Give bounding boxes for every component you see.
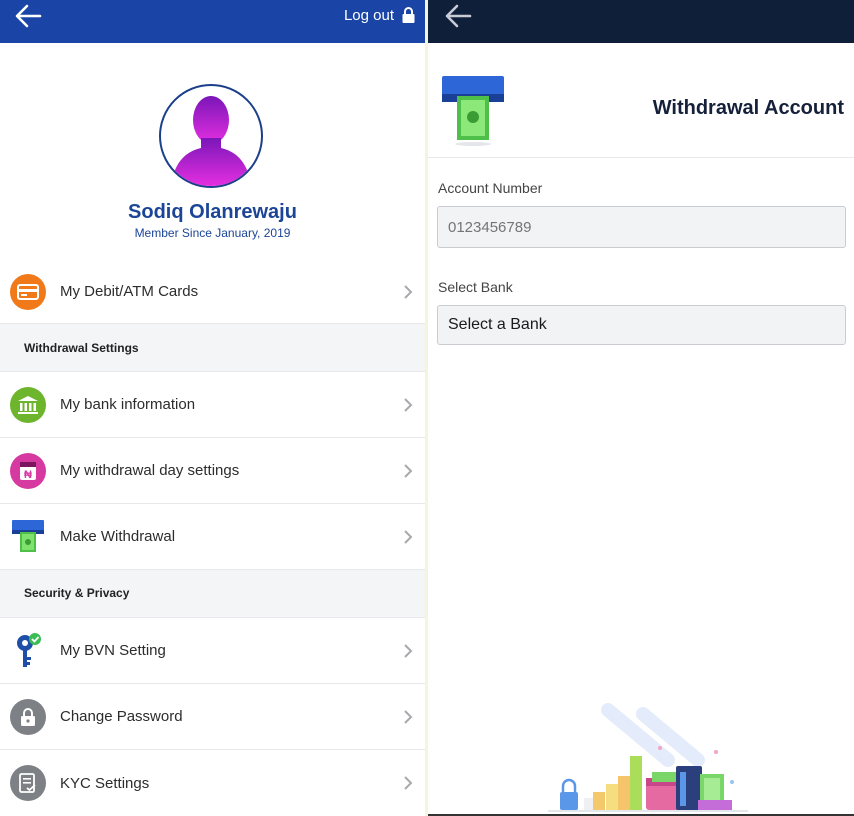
profile-header: Log out xyxy=(0,0,425,43)
calendar-money-icon: ₦ xyxy=(10,452,46,489)
account-number-input[interactable] xyxy=(437,206,846,248)
menu-item-withdrawal-day[interactable]: ₦ My withdrawal day settings xyxy=(0,438,425,504)
bank-select-value: Select a Bank xyxy=(448,316,547,333)
chevron-right-icon xyxy=(404,643,413,658)
lock-icon xyxy=(402,7,415,23)
bank-select[interactable]: Select a Bank xyxy=(437,305,846,345)
chevron-right-icon xyxy=(404,529,413,544)
back-button[interactable] xyxy=(14,3,46,29)
logout-label: Log out xyxy=(343,6,394,24)
menu-item-label: Change Password xyxy=(60,708,183,725)
arrow-left-icon xyxy=(15,4,42,28)
profile-name: Sodiq Olanrewaju xyxy=(128,201,297,223)
withdrawal-title-row: Withdrawal Account xyxy=(428,43,854,158)
menu-item-label: My Debit/ATM Cards xyxy=(60,283,199,300)
logout-button[interactable]: Log out xyxy=(344,4,415,26)
atm-cash-icon xyxy=(12,519,44,554)
section-title: Security & Privacy xyxy=(24,586,130,600)
menu-item-bvn[interactable]: My BVN Setting xyxy=(0,618,425,684)
menu-item-label: My bank information xyxy=(60,396,196,413)
menu-item-label: My BVN Setting xyxy=(60,642,166,659)
section-security-privacy: Security & Privacy xyxy=(0,570,425,618)
section-title: Withdrawal Settings xyxy=(24,341,139,355)
section-withdrawal-settings: Withdrawal Settings xyxy=(0,324,425,372)
atm-cash-icon xyxy=(442,76,506,146)
chevron-right-icon xyxy=(404,284,413,299)
menu-item-kyc[interactable]: KYC Settings xyxy=(0,750,425,816)
user-silhouette-icon xyxy=(171,96,251,186)
bank-building-icon xyxy=(10,386,46,423)
account-number-label: Account Number xyxy=(438,180,543,196)
chevron-right-icon xyxy=(404,709,413,724)
chevron-right-icon xyxy=(404,776,413,790)
avatar[interactable] xyxy=(159,84,263,188)
chevron-right-icon xyxy=(404,463,413,478)
svg-text:₦: ₦ xyxy=(24,469,32,481)
withdrawal-account-screen: Withdrawal Account Account Number Select… xyxy=(428,0,854,816)
page-title: Withdrawal Account xyxy=(652,97,844,119)
profile-screen: Log out Sodiq Olanrewaju Member Since Ja… xyxy=(0,0,425,816)
member-since: Member Since January, 2019 xyxy=(134,226,291,240)
app-root: Log out Sodiq Olanrewaju Member Since Ja… xyxy=(0,0,854,816)
menu-item-label: KYC Settings xyxy=(60,774,150,792)
menu-item-label: Make Withdrawal xyxy=(60,528,176,545)
menu-item-label: My withdrawal day settings xyxy=(60,462,240,479)
back-button[interactable] xyxy=(444,3,476,29)
select-bank-label: Select Bank xyxy=(438,279,513,295)
profile-card: Sodiq Olanrewaju Member Since January, 2… xyxy=(0,43,425,260)
menu-item-make-withdrawal[interactable]: Make Withdrawal xyxy=(0,504,425,570)
menu-item-change-password[interactable]: Change Password xyxy=(0,684,425,750)
padlock-icon xyxy=(10,698,46,735)
menu-item-cards[interactable]: My Debit/ATM Cards xyxy=(0,260,425,324)
key-check-icon xyxy=(14,632,42,669)
menu-item-bank-information[interactable]: My bank information xyxy=(0,372,425,438)
document-check-icon xyxy=(10,765,46,801)
credit-card-icon xyxy=(10,273,46,310)
withdrawal-header xyxy=(428,0,854,43)
finance-illustration xyxy=(548,703,748,812)
arrow-left-icon xyxy=(445,4,472,28)
chevron-right-icon xyxy=(404,397,413,412)
